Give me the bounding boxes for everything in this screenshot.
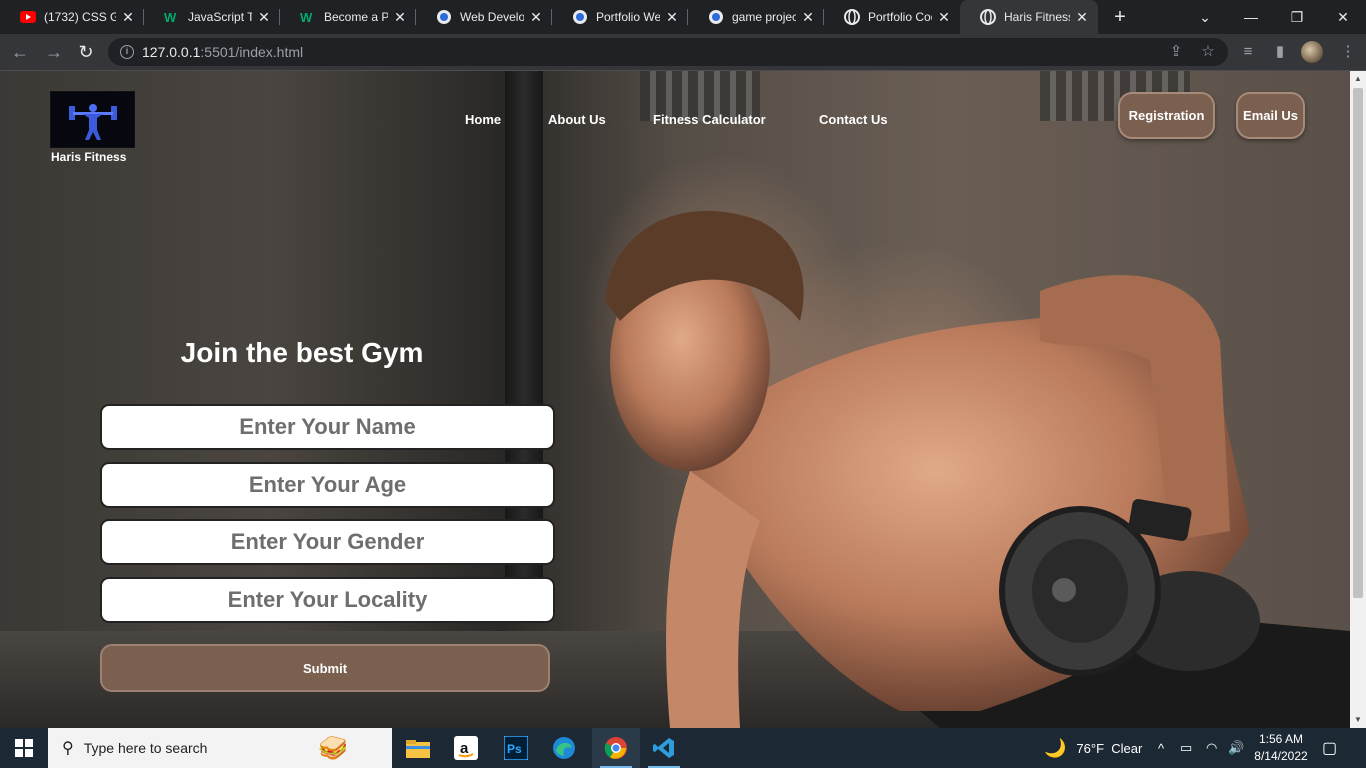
moon-icon: 🌙 [1044,737,1067,758]
close-tab-icon[interactable]: ✕ [800,9,816,26]
back-icon[interactable]: ← [8,40,32,64]
globe-icon [980,9,996,25]
w3schools-icon: W [300,9,316,25]
close-tab-icon[interactable]: ✕ [664,9,680,26]
email-us-button[interactable]: Email Us [1236,92,1305,139]
forward-icon[interactable]: → [42,40,66,64]
close-tab-icon[interactable]: ✕ [1074,9,1090,26]
weightlifter-logo-icon [68,103,117,140]
taskbar-search-box[interactable]: ⚲ Type here to search 🥪 [48,728,392,768]
github-icon [708,9,724,25]
browser-tab-strip: (1732) CSS Gr ✕ W JavaScript Tu ✕ W Beco… [0,0,1366,34]
reading-list-icon[interactable]: ≡ [1238,42,1258,62]
browser-tab-active[interactable]: Haris Fitness ✕ [960,0,1098,34]
brand-name: Haris Fitness [51,150,127,164]
browser-tab[interactable]: W Become a PRO ✕ [280,0,416,34]
github-icon [436,9,452,25]
site-logo[interactable] [50,91,135,148]
browser-tab[interactable]: W JavaScript Tu ✕ [144,0,280,34]
notifications-icon[interactable]: ▢ [1322,728,1337,768]
browser-tab[interactable]: game project ✕ [688,0,824,34]
bookmark-star-icon[interactable]: ☆ [1198,42,1218,62]
browser-toolbar: ← → ↻ i 127.0.0.1:5501/index.html ⇪ ☆ ≡ … [0,34,1366,71]
browser-tab[interactable]: Web Develop ✕ [416,0,552,34]
page-scrollbar[interactable]: ▲ ▼ [1350,71,1366,728]
wifi-icon[interactable]: ◠ [1206,728,1217,768]
share-icon[interactable]: ⇪ [1166,42,1186,62]
submit-button[interactable]: Submit [100,644,550,692]
nav-link-home[interactable]: Home [465,112,501,127]
athlete-hero-image [605,210,1350,728]
nav-link-fitness-calculator[interactable]: Fitness Calculator [653,112,766,127]
windows-logo-icon [15,739,33,757]
svg-text:W: W [164,10,177,24]
scroll-up-icon[interactable]: ▲ [1350,71,1366,87]
close-tab-icon[interactable]: ✕ [392,9,408,26]
svg-text:W: W [300,10,313,24]
side-panel-icon[interactable]: ▮ [1270,42,1290,62]
page-viewport: Haris Fitness Home About Us Fitness Calc… [0,71,1350,728]
site-info-icon[interactable]: i [120,45,134,59]
close-window-button[interactable]: ✕ [1320,0,1366,34]
scrollbar-thumb[interactable] [1353,88,1363,598]
browser-tab[interactable]: Portfolio Cod ✕ [824,0,960,34]
name-input[interactable] [100,404,555,450]
new-tab-button[interactable]: + [1108,5,1132,29]
windows-taskbar: ⚲ Type here to search 🥪 a Ps 🌙 76°F Clea… [0,728,1366,768]
svg-text:a: a [460,740,469,757]
file-explorer-icon[interactable] [394,728,442,768]
registration-button[interactable]: Registration [1118,92,1215,139]
system-clock[interactable]: 1:56 AM 8/14/2022 [1250,731,1312,765]
close-tab-icon[interactable]: ✕ [120,9,136,26]
youtube-icon [20,9,36,25]
reload-icon[interactable]: ↻ [74,40,98,64]
hero-title: Join the best Gym [180,337,424,368]
url-text: 127.0.0.1:5501/index.html [142,44,304,60]
close-tab-icon[interactable]: ✕ [528,9,544,26]
tab-search-icon[interactable]: ⌄ [1182,0,1228,34]
restore-button[interactable]: ❐ [1274,0,1320,34]
show-hidden-icons-icon[interactable]: ^ [1158,728,1164,768]
chrome-icon[interactable] [592,728,640,768]
volume-icon[interactable]: 🔊 [1228,728,1244,768]
battery-icon[interactable]: ▭ [1180,728,1192,768]
w3schools-icon: W [164,9,180,25]
vscode-icon[interactable] [640,728,688,768]
minimize-button[interactable]: — [1228,0,1274,34]
globe-icon [844,9,860,25]
photoshop-icon[interactable]: Ps [492,728,540,768]
menu-kebab-icon[interactable]: ⋮ [1338,42,1358,62]
browser-tab[interactable]: (1732) CSS Gr ✕ [0,0,144,34]
profile-avatar[interactable] [1301,41,1323,63]
weather-widget[interactable]: 🌙 76°F Clear [1044,728,1142,768]
edge-icon[interactable] [540,728,588,768]
browser-tab[interactable]: Portfolio Web ✕ [552,0,688,34]
locality-input[interactable] [100,577,555,623]
scroll-down-icon[interactable]: ▼ [1350,712,1366,728]
address-bar[interactable]: i 127.0.0.1:5501/index.html [108,38,1228,66]
close-tab-icon[interactable]: ✕ [936,9,952,26]
age-input[interactable] [100,462,555,508]
windows-start-button[interactable] [0,728,48,768]
github-icon [572,9,588,25]
amazon-icon[interactable]: a [442,728,490,768]
gender-input[interactable] [100,519,555,565]
search-icon: ⚲ [62,740,74,757]
nav-link-contact[interactable]: Contact Us [819,112,888,127]
close-tab-icon[interactable]: ✕ [256,9,272,26]
nav-link-about[interactable]: About Us [548,112,606,127]
sandwich-icon: 🥪 [318,735,348,762]
svg-text:Ps: Ps [507,742,522,756]
